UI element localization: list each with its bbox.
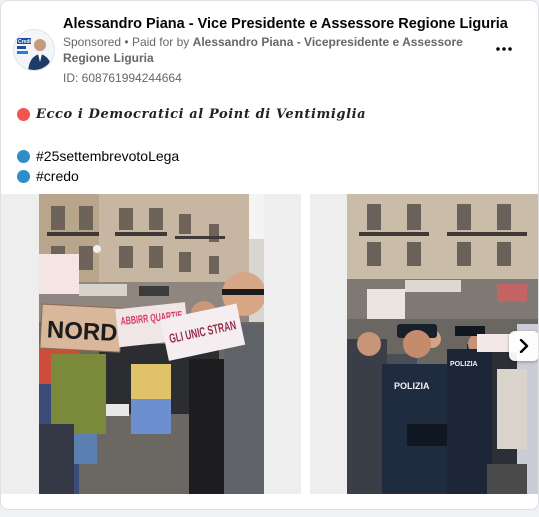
hashtag-link[interactable]: #25settembrevotoLega [36, 148, 179, 164]
profile-photo-icon: Credi [14, 30, 54, 70]
page-avatar[interactable]: Credi [13, 29, 55, 71]
sponsored-post-card: Credi Alessandro Piana - Vice Presidente… [0, 0, 539, 510]
police-label-text: POLIZIA [450, 361, 478, 368]
protest-sign-text: NORD [46, 316, 118, 347]
carousel-next-button[interactable] [509, 331, 538, 361]
paid-for-prefix: Paid for by [131, 35, 190, 49]
red-circle-emoji-icon [17, 108, 30, 121]
sponsor-info: Sponsored • Paid for by Alessandro Piana… [63, 34, 483, 66]
image-carousel[interactable]: NORD ABBIRR QUARTIE GLI UNIC STRAN POLIZ… [1, 194, 538, 494]
post-text-line: Ecco i Democratici al Point di Ventimigl… [17, 107, 366, 122]
blue-circle-emoji-icon [17, 149, 30, 163]
hashtag-line: #credo [17, 168, 79, 184]
police-label-text: POLIZIA [394, 381, 430, 391]
post-text: Ecco i Democratici al Point di Ventimigl… [36, 107, 367, 122]
ad-id: ID: 608761994244664 [63, 71, 182, 85]
chevron-right-icon [519, 339, 529, 353]
more-options-button[interactable] [492, 37, 516, 61]
protest-photo: NORD ABBIRR QUARTIE GLI UNIC STRAN [39, 194, 264, 494]
paid-for-by-name: Alessandro Piana - Vicepresidente e Asse… [63, 35, 463, 65]
svg-text:Credi: Credi [18, 39, 31, 45]
carousel-slide[interactable]: POLIZIA POLIZIA [310, 194, 538, 494]
hashtag-line: #25settembrevotoLega [17, 148, 179, 164]
more-options-icon [496, 47, 512, 51]
carousel-slide[interactable]: NORD ABBIRR QUARTIE GLI UNIC STRAN [1, 194, 301, 494]
sponsored-label[interactable]: Sponsored [63, 35, 121, 49]
hashtag-link[interactable]: #credo [36, 168, 79, 184]
separator: • [124, 35, 129, 49]
blue-circle-emoji-icon [17, 169, 30, 183]
page-name-link[interactable]: Alessandro Piana - Vice Presidente e Ass… [63, 15, 508, 33]
